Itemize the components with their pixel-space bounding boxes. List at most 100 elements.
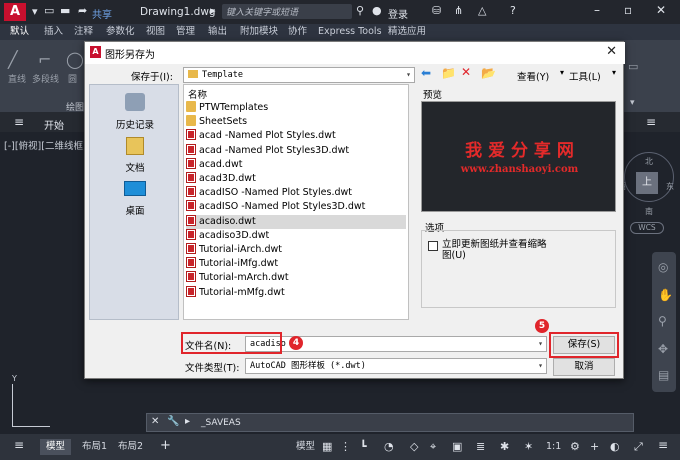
dialog-close-icon[interactable]: ✕ [606,44,617,59]
osnap-tracking-icon[interactable]: ⌖ [430,440,436,454]
ortho-icon[interactable]: ┗ [360,440,367,453]
tab-layout1[interactable]: 布局1 [82,439,107,455]
command-customize-icon[interactable]: 🔧 [167,416,179,427]
search-input[interactable]: 键入关键字或短语 [226,5,298,18]
menu-hamburger-icon[interactable]: ≡ [14,115,24,129]
tab-model[interactable]: 模型 [40,439,72,455]
settings-gear-icon[interactable]: ⚙ [570,440,580,453]
menu-default[interactable]: 默认 [10,24,29,40]
customize-menu-icon[interactable]: ≡ [658,438,668,452]
viewport-label[interactable]: [-][俯视][二维线框] [4,138,87,152]
user-icon[interactable]: ● [372,4,382,17]
menu-annotate[interactable]: 注释 [74,24,93,40]
update-thumbnail-checkbox[interactable] [428,241,438,251]
lineweight-icon[interactable]: ≣ [476,440,485,453]
file-list-item[interactable]: acadISO -Named Plot Styles.dwt [186,186,406,200]
command-line[interactable]: ✕ 🔧 ▸ _SAVEAS [146,413,634,432]
menu-collaborate[interactable]: 协作 [288,24,307,40]
menu-express-tools[interactable]: Express Tools [318,24,382,40]
menu-manage[interactable]: 管理 [176,24,195,40]
file-list-item[interactable]: Tutorial-iArch.dwt [186,243,406,257]
tab-start[interactable]: 开始 [44,117,64,132]
documents-icon[interactable] [126,137,144,155]
add-layout-icon[interactable]: + [160,438,171,453]
open-folder-icon[interactable]: ▬ [60,4,70,17]
line-tool-icon[interactable]: ╱ [8,50,18,69]
osnap-icon[interactable]: ▣ [452,440,462,453]
ribbon-more-icon[interactable]: ▾ [630,98,635,108]
share-network-icon[interactable]: ⋔ [454,4,463,17]
menu-view[interactable]: 视图 [146,24,165,40]
file-list-item[interactable]: acad -Named Plot Styles3D.dwt [186,143,406,158]
cart-icon[interactable]: ⛁ [432,4,441,17]
model-space-button[interactable]: 模型 [296,439,315,455]
ribbon-expand-icon[interactable]: ▭ [628,60,638,73]
search-box[interactable]: 键入关键字或短语 [222,4,352,19]
showmotion-icon[interactable]: ▤ [658,368,669,382]
save-in-dropdown[interactable]: Template ▾ [183,67,415,83]
chevron-down-icon[interactable]: ▾ [406,68,411,82]
polar-icon[interactable]: ◔ [384,440,394,453]
file-list-item[interactable]: Tutorial-iMfg.dwt [186,257,406,271]
help-icon[interactable]: ? [510,4,516,17]
wcs-menu[interactable]: WCS [630,222,664,234]
up-folder-icon[interactable]: 📁 [441,66,456,80]
file-list-item[interactable]: SheetSets [186,115,406,129]
polyline-tool-icon[interactable]: ⌐ [38,50,51,69]
command-input[interactable]: _SAVEAS [201,418,241,428]
grid-icon[interactable]: ▦ [322,440,332,453]
menu-parametric[interactable]: 参数化 [106,24,135,40]
menu-featured-apps[interactable]: 精选应用 [388,24,426,40]
close-icon[interactable]: ✕ [656,3,666,17]
isolate-icon[interactable]: ◐ [610,440,620,453]
minimize-icon[interactable]: – [594,3,600,17]
column-header-name[interactable]: 名称 [188,87,207,101]
plus-icon[interactable]: + [590,440,599,453]
scale-readout[interactable]: 1:1 [546,439,561,455]
place-documents[interactable]: 文档 [90,160,180,174]
filename-dropdown-icon[interactable]: ▾ [538,337,543,351]
share-button[interactable]: 共享 [92,6,112,21]
dialog-titlebar[interactable]: A 图形另存为 ✕ [85,42,625,64]
snap-icon[interactable]: ⋮ [340,440,351,453]
file-list-item[interactable]: PTWTemplates [186,101,406,115]
apps-icon[interactable]: △ [478,4,486,17]
compass-east[interactable]: 东 [666,181,674,192]
circle-tool-icon[interactable]: ◯ [66,50,84,69]
file-list-item[interactable]: Tutorial-mArch.dwt [186,271,406,285]
menu-addins[interactable]: 附加模块 [240,24,278,40]
view-menu-chevron-icon[interactable]: ▾ [560,68,564,77]
isodraft-icon[interactable]: ◇ [410,440,418,453]
back-arrow-icon[interactable]: ⬅ [421,66,431,80]
file-list[interactable]: 名称 PTWTemplates SheetSets acad -Named Plot… [183,84,409,320]
file-list-item[interactable]: acad3D.dwt [186,172,406,186]
place-desktop[interactable]: 桌面 [90,203,180,217]
layout-menu-icon[interactable]: ≡ [14,438,24,452]
annotation-visibility-icon[interactable]: ✶ [524,440,533,453]
file-list-item[interactable]: acadiso.dwt [186,214,406,229]
command-close-icon[interactable]: ✕ [151,416,159,427]
viewcube-top-face[interactable]: 上 [636,172,658,194]
compass-north[interactable]: 北 [645,156,653,167]
tab-layout2[interactable]: 布局2 [118,439,143,455]
file-list-item[interactable]: acadISO -Named Plot Styles3D.dwt [186,200,406,214]
cancel-button[interactable]: 取消 [553,358,615,376]
update-thumbnail-label[interactable]: 立即更新图纸并查看缩略图(U) [442,239,552,261]
file-list-item[interactable]: acadiso3D.dwt [186,228,406,243]
login-button[interactable]: 登录 [388,6,408,21]
new-file-icon[interactable]: ▭ [44,4,54,17]
file-list-item[interactable]: Tutorial-mMfg.dwt [186,285,406,300]
desktop-icon[interactable] [124,181,146,196]
tools-menu[interactable]: 工具(L) [569,69,601,83]
annotation-scale-icon[interactable]: ✱ [500,440,509,453]
maximize-icon[interactable]: ▫ [624,3,632,17]
steering-wheel-icon[interactable]: ◎ [658,260,668,274]
share-arrow-icon[interactable]: ➦ [78,4,87,17]
filetype-chevron-icon[interactable]: ▾ [538,359,543,373]
file-list-item[interactable]: acad -Named Plot Styles.dwt [186,129,406,143]
chevron-down-icon[interactable]: ▾ [32,5,38,18]
orbit-icon[interactable]: ✥ [658,342,668,356]
menu-insert[interactable]: 插入 [44,24,63,40]
compass-south[interactable]: 南 [645,206,653,217]
pan-icon[interactable]: ✋ [658,288,673,302]
